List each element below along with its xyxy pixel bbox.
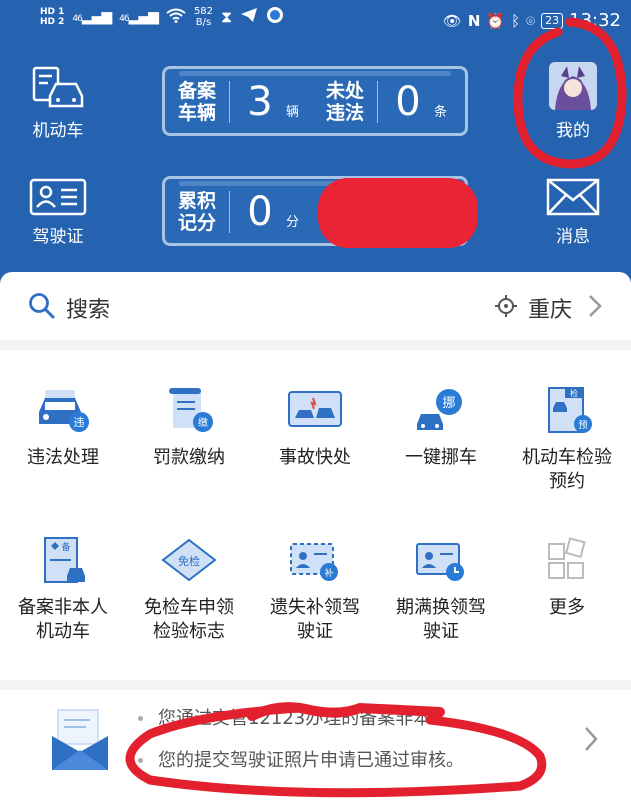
- vehicle-button[interactable]: 机动车: [28, 66, 88, 141]
- violations-label: 未处 违法: [317, 80, 373, 124]
- signal-label-2: 46: [119, 14, 130, 24]
- alarm-icon: ⏰: [486, 11, 506, 30]
- service-label: 机动车检验预约: [522, 447, 612, 492]
- violations-count: 0: [395, 79, 421, 125]
- service-label: 免检车申领检验标志: [144, 597, 234, 642]
- vehicle-label: 机动车: [32, 121, 84, 141]
- service-violation[interactable]: 违 违法处理: [0, 386, 126, 470]
- reissue-license-icon: 补: [290, 543, 338, 581]
- registered-label-text: 备案 车辆: [177, 80, 216, 124]
- network-badges: HD 1 HD 2: [40, 7, 64, 27]
- service-reissue-license[interactable]: 补 遗失补领驾驶证: [252, 536, 378, 644]
- vehicle-icon: [32, 66, 84, 108]
- redaction-mark: [318, 178, 478, 248]
- nfc-icon: N: [467, 11, 481, 30]
- points-label-text: 累积 记分: [177, 190, 216, 234]
- hourglass-icon: ⧗: [221, 7, 233, 26]
- service-register-vehicle[interactable]: 备 备案非本人机动车: [0, 536, 126, 644]
- service-label: 违法处理: [27, 447, 99, 468]
- svg-text:违: 违: [74, 416, 85, 429]
- points-stat[interactable]: 累积 记分 0 分: [169, 187, 299, 237]
- divider: [377, 81, 378, 123]
- search-label: 搜索: [66, 298, 111, 323]
- service-fine[interactable]: 缴 罚款缴纳: [126, 386, 252, 470]
- signal-label-1: 46: [72, 14, 83, 24]
- service-move-car[interactable]: 挪 一键挪车: [378, 386, 504, 470]
- license-label: 驾驶证: [32, 227, 84, 247]
- fine-payment-icon: 缴: [169, 388, 213, 432]
- exempt-label-icon: 免检: [161, 538, 217, 582]
- violation-car-icon: 违: [39, 390, 89, 432]
- city-selector[interactable]: 重庆: [528, 292, 572, 324]
- license-icon: [29, 178, 87, 216]
- search-icon[interactable]: [28, 292, 56, 320]
- registered-label: 备案 车辆: [169, 80, 225, 124]
- svg-text:缴: 缴: [198, 416, 208, 429]
- annotation-circle-mine: [513, 17, 627, 169]
- points-unit: 分: [286, 214, 300, 230]
- more-grid-icon: [548, 537, 586, 579]
- violations-unit: 条: [434, 104, 448, 120]
- signal-icon-2: 46▂▄▆: [119, 9, 159, 25]
- svg-text:免检: 免检: [178, 554, 200, 568]
- message-label: 消息: [556, 227, 590, 247]
- svg-text:检: 检: [570, 388, 578, 398]
- service-inspection-booking[interactable]: 检 预 机动车检验预约: [504, 386, 630, 494]
- svg-text:预: 预: [578, 420, 587, 431]
- move-car-icon: 挪: [417, 389, 462, 430]
- signal-icon-1: 46▂▄▆: [72, 9, 112, 25]
- points-label: 累积 记分: [169, 190, 225, 234]
- service-renew-license[interactable]: 期满换领驾驶证: [378, 536, 504, 644]
- svg-text:补: 补: [324, 567, 333, 579]
- message-button[interactable]: 消息: [544, 178, 602, 247]
- svg-text:备: 备: [61, 541, 70, 553]
- service-label: 一键挪车: [405, 447, 477, 468]
- divider: [229, 191, 230, 233]
- vehicle-stats-panel[interactable]: 备案 车辆 3 辆 未处 违法 0 条: [162, 66, 468, 136]
- service-label: 期满换领驾驶证: [396, 597, 486, 642]
- location-target-icon[interactable]: [495, 295, 517, 317]
- service-label: 事故快处: [279, 447, 351, 468]
- search-bar[interactable]: 搜索 重庆: [0, 272, 631, 340]
- app-icon: [266, 6, 284, 28]
- accident-icon: [288, 391, 342, 427]
- header: HD 1 HD 2 46▂▄▆ 46▂▄▆ 582 B/s ⧗ 👁 N ⏰ ᛒ …: [0, 0, 631, 286]
- chevron-right-icon[interactable]: [588, 294, 602, 318]
- points-count: 0: [247, 189, 273, 235]
- service-more[interactable]: 更多: [504, 536, 630, 620]
- divider: [229, 81, 230, 123]
- service-label: 备案非本人机动车: [18, 597, 108, 642]
- register-vehicle-icon: 备: [44, 537, 85, 583]
- inspection-booking-icon: 检 预: [548, 387, 592, 433]
- svg-text:挪: 挪: [442, 396, 455, 411]
- network-speed: 582 B/s: [194, 6, 213, 28]
- registered-unit: 辆: [286, 104, 300, 120]
- service-label: 罚款缴纳: [153, 447, 225, 468]
- annotation-scribble: [125, 702, 547, 798]
- service-exempt-label[interactable]: 免检 免检车申领检验标志: [126, 536, 252, 644]
- service-grid: 违 违法处理 缴 罚款缴纳 事故快处 挪 一键挪车 检 预 机动车检验预约 备 …: [0, 350, 631, 680]
- registered-vehicles-stat[interactable]: 备案 车辆 3 辆: [169, 77, 299, 127]
- service-label: 更多: [549, 597, 585, 618]
- renew-license-icon: [416, 543, 464, 581]
- notification-card[interactable]: 您通过交管12123办理的备案非本人... 您的提交驾驶证照片申请已通过审核。: [0, 690, 631, 800]
- speed-unit: B/s: [195, 17, 212, 28]
- status-left: HD 1 HD 2 46▂▄▆ 46▂▄▆ 582 B/s ⧗: [40, 6, 284, 28]
- violations-stat[interactable]: 未处 违法 0 条: [317, 77, 447, 127]
- hd-badge-2: HD 2: [40, 17, 65, 27]
- registered-count: 3: [247, 79, 273, 125]
- service-label: 遗失补领驾驶证: [270, 597, 360, 642]
- license-button[interactable]: 驾驶证: [28, 178, 88, 247]
- wifi-icon: [166, 7, 186, 27]
- eye-icon: 👁: [442, 11, 462, 30]
- service-accident[interactable]: 事故快处: [252, 386, 378, 470]
- hd-badge-1: HD 1: [40, 7, 65, 17]
- panel-decoration: [179, 71, 451, 76]
- speed-value: 582: [193, 6, 214, 17]
- telegram-icon: [240, 7, 258, 27]
- violations-label-text: 未处 违法: [325, 80, 364, 124]
